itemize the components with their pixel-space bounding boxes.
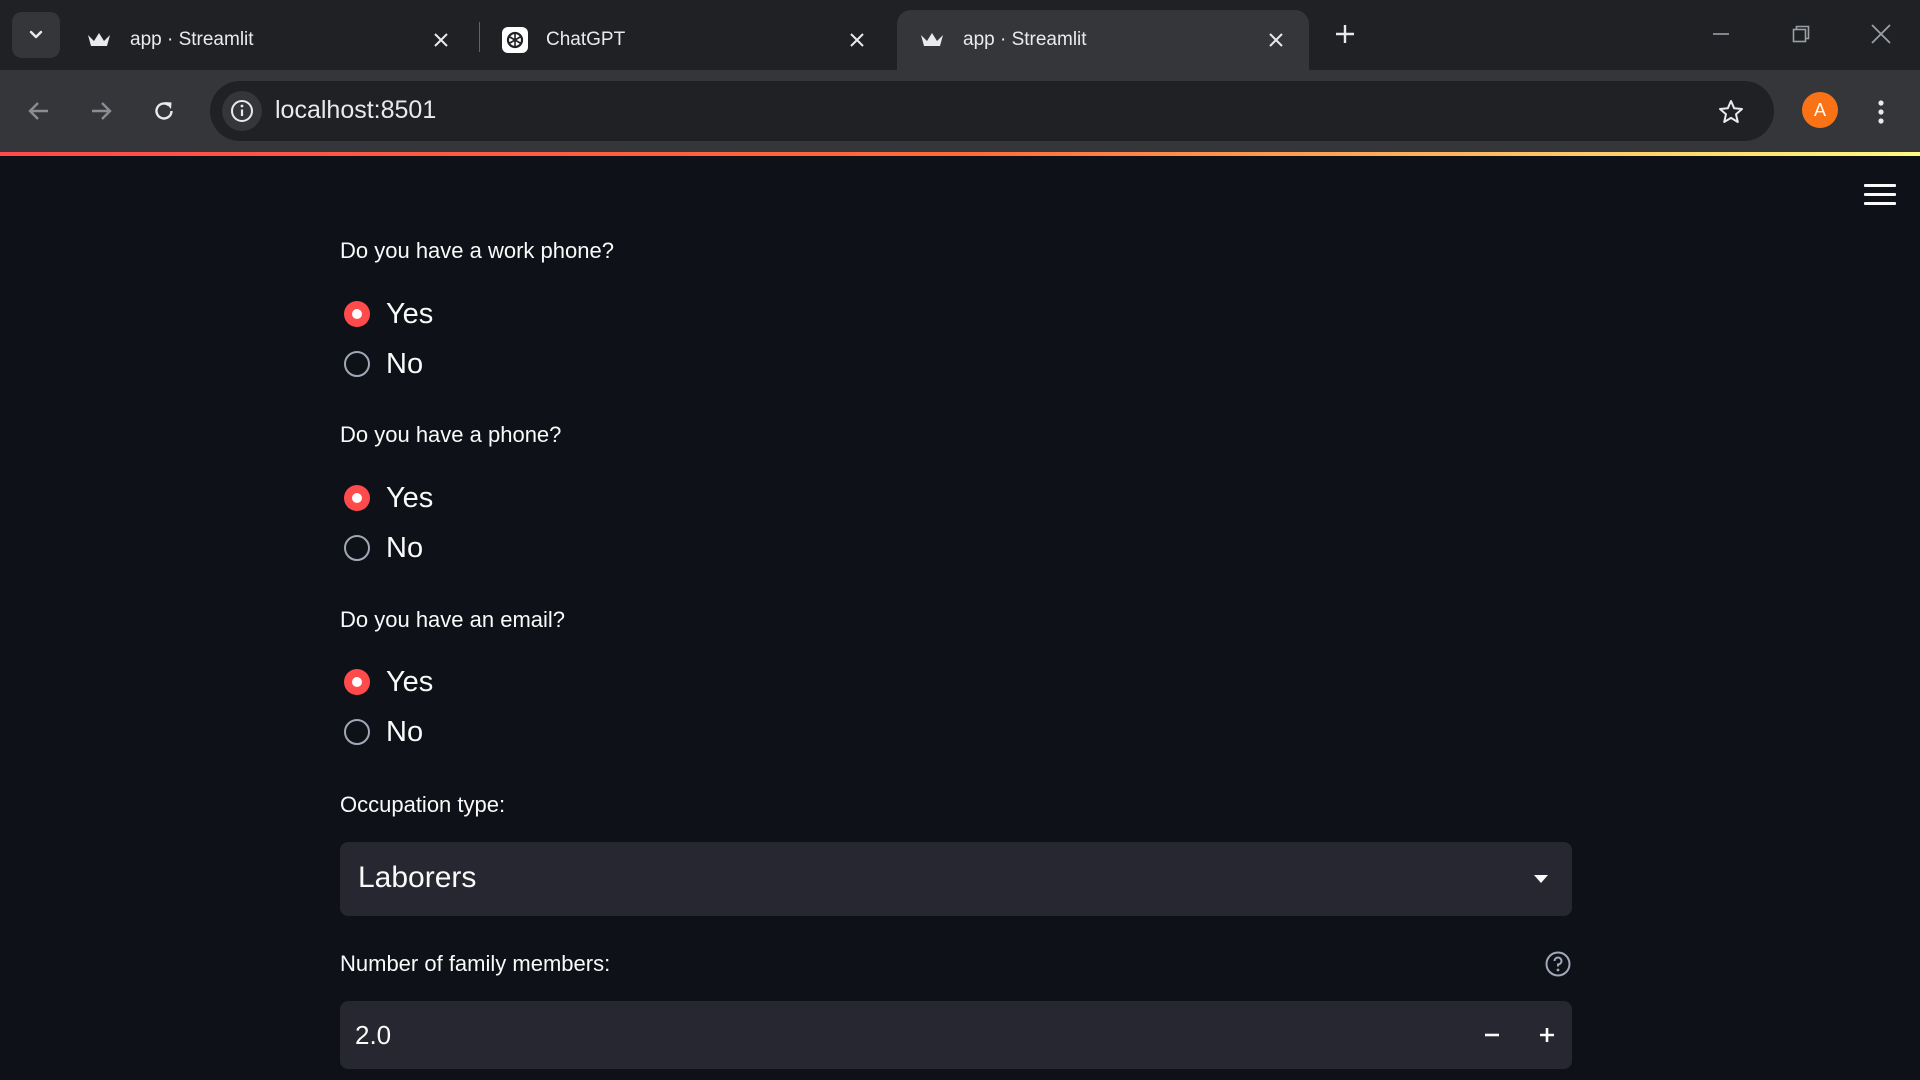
radio-checked[interactable]: [344, 669, 370, 695]
phone-label: Do you have a phone?: [340, 422, 562, 447]
url-text[interactable]: localhost:8501: [275, 96, 436, 125]
option-label: No: [386, 347, 424, 380]
occupation-select[interactable]: Laborers: [340, 842, 1572, 916]
menu-line: [1864, 184, 1896, 187]
occupation-selected-value: Laborers: [358, 861, 477, 894]
option-label: Yes: [386, 297, 434, 330]
family-members-input-container: [340, 1001, 1572, 1069]
streamlit-decoration-bar: [0, 152, 1920, 156]
more-vertical-icon: [1878, 100, 1884, 124]
reload-icon: [155, 102, 173, 120]
email-options: Yes No: [340, 657, 1572, 757]
option-label: Yes: [386, 481, 434, 514]
profile-avatar[interactable]: A: [1802, 92, 1838, 128]
streamlit-crown-icon: [86, 27, 112, 53]
work-phone-option-no[interactable]: No: [340, 339, 1572, 389]
work-phone-label: Do you have a work phone?: [340, 238, 614, 263]
forward-button[interactable]: [80, 90, 122, 132]
bookmark-button[interactable]: [1713, 94, 1749, 130]
tab-title: app · Streamlit: [963, 29, 1087, 50]
main-menu-button[interactable]: [1864, 184, 1896, 208]
minimize-icon: [1713, 33, 1729, 35]
work-phone-option-yes[interactable]: Yes: [340, 289, 1572, 339]
browser-tabstrip: app · Streamlit ChatGPT app · Streamlit: [0, 0, 1920, 70]
plus-icon: [1336, 25, 1354, 43]
option-label: No: [386, 531, 424, 564]
back-button[interactable]: [18, 90, 60, 132]
menu-line: [1864, 193, 1896, 196]
tab-3-active[interactable]: app · Streamlit: [897, 10, 1309, 70]
minimize-button[interactable]: [1696, 14, 1746, 54]
tab-search-button[interactable]: [12, 12, 60, 58]
phone-option-yes[interactable]: Yes: [340, 473, 1572, 523]
radio-unchecked[interactable]: [344, 719, 370, 745]
family-members-input[interactable]: [340, 1001, 1440, 1069]
reload-button[interactable]: [143, 90, 185, 132]
close-tab-icon[interactable]: [1261, 25, 1291, 55]
radio-checked[interactable]: [344, 301, 370, 327]
option-label: Yes: [386, 665, 434, 698]
work-phone-options: Yes No: [340, 289, 1572, 389]
family-members-label: Number of family members:: [340, 951, 611, 976]
email-label: Do you have an email?: [340, 607, 566, 632]
arrow-left-icon: [28, 102, 48, 120]
radio-unchecked[interactable]: [344, 535, 370, 561]
work-phone-radio-group: Do you have a work phone?: [340, 238, 1572, 264]
increment-button[interactable]: [1527, 1015, 1567, 1055]
email-option-yes[interactable]: Yes: [340, 657, 1572, 707]
tab-title: ChatGPT: [546, 29, 626, 50]
browser-toolbar: localhost:8501 A: [0, 70, 1920, 152]
tab-2[interactable]: ChatGPT: [480, 10, 890, 70]
help-icon[interactable]: [1544, 950, 1572, 978]
chatgpt-icon: [502, 27, 528, 53]
close-tab-icon[interactable]: [842, 25, 872, 55]
caret-down-icon: [1534, 875, 1548, 883]
phone-options: Yes No: [340, 473, 1572, 573]
browser-menu-button[interactable]: [1866, 92, 1896, 132]
restore-icon: [1792, 25, 1810, 43]
new-tab-button[interactable]: [1327, 16, 1363, 52]
site-info-button[interactable]: [222, 91, 262, 131]
menu-line: [1864, 202, 1896, 205]
chevron-down-icon: [29, 30, 43, 39]
close-icon: [1871, 24, 1891, 44]
email-radio-group: Do you have an email?: [340, 607, 1572, 633]
arrow-right-icon: [92, 102, 112, 120]
tab-1[interactable]: app · Streamlit: [64, 10, 474, 70]
plus-icon: [1540, 1028, 1554, 1042]
tab-title: app · Streamlit: [130, 29, 254, 50]
minus-icon: [1485, 1033, 1499, 1037]
phone-radio-group: Do you have a phone?: [340, 422, 1572, 448]
option-label: No: [386, 715, 424, 748]
occupation-label: Occupation type:: [340, 792, 506, 817]
star-icon: [1719, 100, 1743, 123]
restore-button[interactable]: [1776, 14, 1826, 54]
phone-option-no[interactable]: No: [340, 523, 1572, 573]
streamlit-crown-icon: [919, 27, 945, 53]
occupation-select-group: Occupation type:: [340, 792, 1572, 818]
close-window-button[interactable]: [1856, 14, 1906, 54]
email-option-no[interactable]: No: [340, 707, 1572, 757]
close-tab-icon[interactable]: [426, 25, 456, 55]
address-bar[interactable]: localhost:8501: [210, 81, 1774, 141]
radio-unchecked[interactable]: [344, 351, 370, 377]
decrement-button[interactable]: [1472, 1015, 1512, 1055]
radio-checked[interactable]: [344, 485, 370, 511]
info-icon: [231, 100, 253, 122]
